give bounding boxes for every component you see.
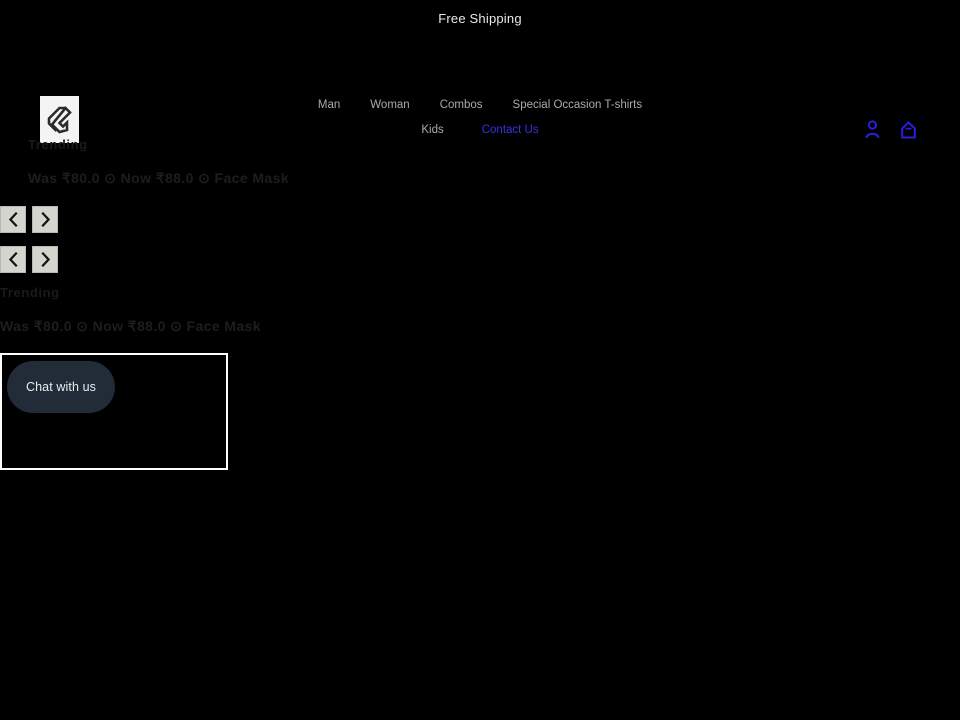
carousel-next-button-one[interactable]: [32, 206, 58, 233]
chevron-left-icon: [8, 212, 19, 227]
trending-title-bottom: Trending: [0, 285, 60, 300]
trending-section-top: Trending Was ₹80.0 ⊙ Now ₹88.0 ⊙ Face Ma…: [0, 136, 960, 188]
nav-item-man[interactable]: Man: [318, 94, 340, 116]
carousel-prev-button-one[interactable]: [0, 206, 26, 233]
announcement-text: Free Shipping: [438, 10, 522, 26]
logo-monogram-icon: [46, 105, 73, 135]
carousel-control-row-two: [0, 246, 58, 273]
chat-widget: Chat with us: [0, 353, 228, 470]
announcement-bar: Free Shipping: [0, 0, 960, 36]
carousel-controls: [0, 206, 58, 286]
chat-with-us-button[interactable]: Chat with us: [7, 361, 115, 413]
trending-price-line-top: Was ₹80.0 ⊙ Now ₹88.0 ⊙ Face Mask: [28, 170, 289, 186]
trending-title-top: Trending: [28, 137, 88, 152]
nav-row-primary: Man Woman Combos Special Occasion T-shir…: [250, 94, 710, 119]
nav-item-combos[interactable]: Combos: [440, 94, 483, 116]
carousel-control-row-one: [0, 206, 58, 233]
chat-with-us-label: Chat with us: [26, 379, 96, 394]
chevron-right-icon: [40, 252, 51, 267]
nav-item-woman[interactable]: Woman: [370, 94, 409, 116]
trending-price-line-bottom: Was ₹80.0 ⊙ Now ₹88.0 ⊙ Face Mask: [0, 318, 261, 334]
carousel-next-button-two[interactable]: [32, 246, 58, 273]
chevron-left-icon: [8, 252, 19, 267]
site-header: Man Woman Combos Special Occasion T-shir…: [0, 36, 960, 143]
trending-section-bottom: Trending Was ₹80.0 ⊙ Now ₹88.0 ⊙ Face Ma…: [0, 284, 960, 336]
carousel-prev-button-two[interactable]: [0, 246, 26, 273]
chevron-right-icon: [40, 212, 51, 227]
nav-item-special-occasion-tshirts[interactable]: Special Occasion T-shirts: [513, 94, 643, 116]
